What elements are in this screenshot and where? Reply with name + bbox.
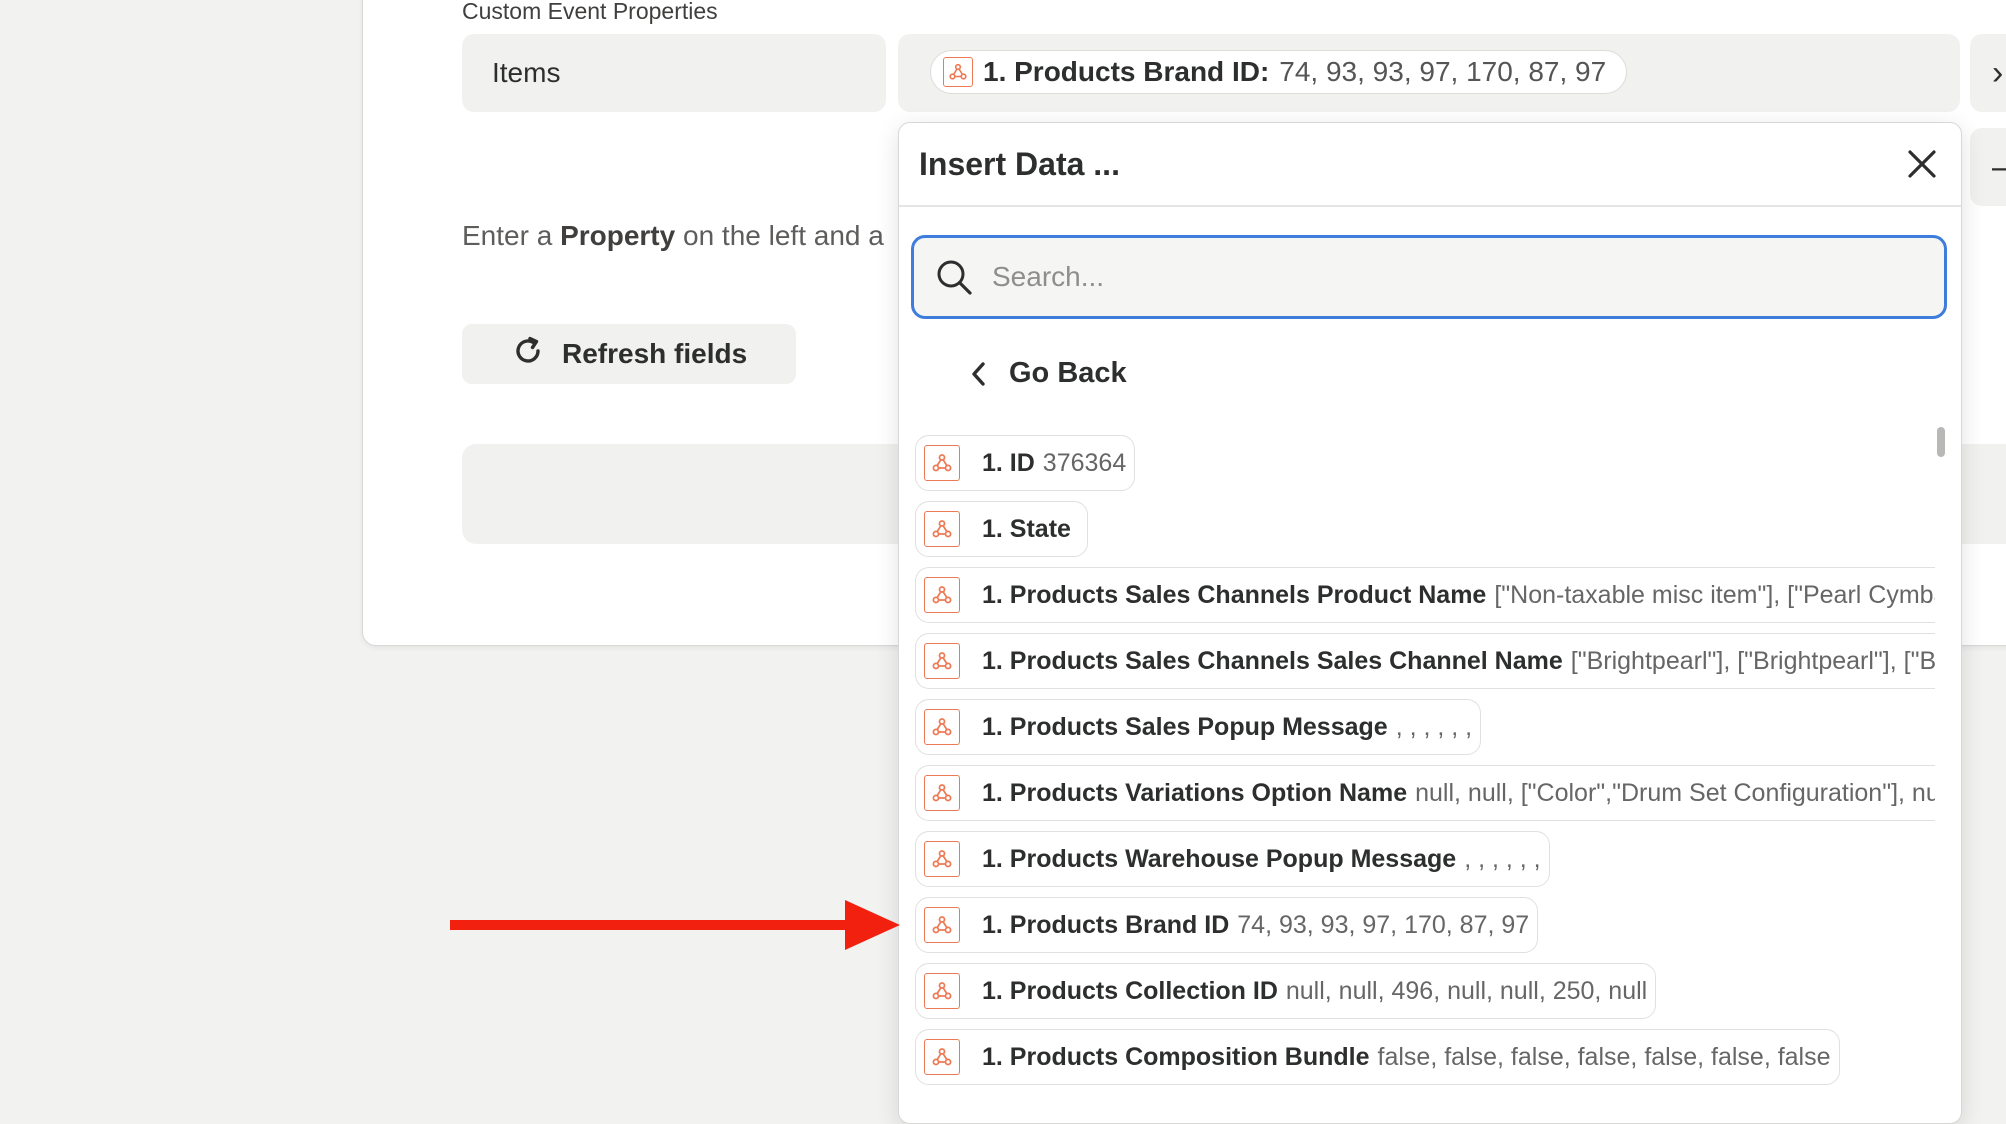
list-item-value: false, false, false, false, false, false… (1377, 1042, 1831, 1071)
mapped-value-label: 1. Products Brand ID: (983, 56, 1270, 87)
list-item-label: 1. Products Sales Popup Message (982, 712, 1388, 741)
expand-button[interactable]: › (1970, 34, 2006, 112)
list-item[interactable]: 1. State (915, 501, 1088, 557)
list-item-label: 1. Products Sales Channels Product Name (982, 580, 1487, 609)
list-item[interactable]: 1. Products Sales Channels Sales Channel… (915, 633, 1935, 689)
app-icon (924, 1039, 960, 1075)
list-item-label: 1. Products Variations Option Name (982, 778, 1408, 807)
list-item-value: , , , , , , (1395, 712, 1473, 741)
list-item-value: 376364 (1042, 448, 1127, 477)
list-item-label: 1. Products Brand ID (982, 910, 1230, 939)
list-item-value: null, null, ["Color","Drum Set Configura… (1415, 778, 1935, 807)
section-title: Custom Event Properties (462, 0, 718, 24)
app-icon (924, 445, 960, 481)
list-item-value: , , , , , , (1464, 844, 1541, 873)
go-back-button[interactable]: Go Back (969, 357, 1127, 390)
remove-button[interactable]: – (1970, 128, 2006, 206)
app-icon (943, 57, 973, 87)
list-item[interactable]: 1. Products Sales Channels Product Name … (915, 567, 1935, 623)
app-icon (924, 907, 960, 943)
list-item[interactable]: 1. Products Collection ID null, null, 49… (915, 963, 1657, 1019)
app-icon (924, 577, 960, 613)
items-property-field[interactable]: Items (462, 34, 886, 112)
go-back-label: Go Back (1009, 357, 1127, 389)
chevron-left-icon (972, 361, 985, 386)
search-icon (937, 260, 972, 295)
list-item-value: ["Brightpearl"], ["Brightpearl"], ["Brig (1570, 646, 1935, 675)
items-property-label: Items (492, 57, 561, 88)
list-item-label: 1. Products Warehouse Popup Message (982, 844, 1457, 873)
panel-title: Insert Data ... (919, 145, 1120, 182)
app-icon (924, 775, 960, 811)
refresh-fields-label: Refresh fields (562, 338, 748, 369)
list-item-label: 1. Products Composition Bundle (982, 1042, 1370, 1071)
list-item-brand-id[interactable]: 1. Products Brand ID 74, 93, 93, 97, 170… (915, 897, 1539, 953)
list-item[interactable]: 1. ID 376364 (915, 435, 1136, 491)
app-icon (924, 973, 960, 1009)
insert-data-panel: Insert Data ... Go Back 1. ID 376364 1. … (898, 122, 1962, 1124)
help-text: Enter a Property on the left and a (462, 220, 884, 251)
app-icon (924, 709, 960, 745)
scrollbar-thumb[interactable] (1937, 427, 1945, 457)
panel-header: Insert Data ... (899, 123, 1961, 207)
arrow-annotation (450, 900, 900, 950)
search-input[interactable] (990, 260, 1894, 294)
app-icon (924, 643, 960, 679)
app-icon (924, 511, 960, 547)
list-item[interactable]: 1. Products Warehouse Popup Message , , … (915, 831, 1550, 887)
list-item-value: 74, 93, 93, 97, 170, 87, 97 (1237, 910, 1530, 939)
list-item-value: null, null, 496, null, null, 250, null (1285, 976, 1648, 1005)
list-item-value: ["Non-taxable misc item"], ["Pearl Cymba… (1494, 580, 1935, 609)
list-item-label: 1. Products Sales Channels Sales Channel… (982, 646, 1563, 675)
list-item[interactable]: 1. Products Composition Bundle false, fa… (915, 1029, 1840, 1085)
refresh-fields-button[interactable]: Refresh fields (462, 324, 796, 384)
list-item-label: 1. ID (982, 448, 1035, 477)
close-icon[interactable] (1905, 147, 1939, 181)
mapped-value-data: 74, 93, 93, 97, 170, 87, 97 (1279, 56, 1607, 87)
list-item[interactable]: 1. Products Variations Option Name null,… (915, 765, 1935, 821)
refresh-icon (512, 335, 544, 374)
list-item-label: 1. Products Collection ID (982, 976, 1278, 1005)
mapped-value-pill[interactable]: 1. Products Brand ID: 74, 93, 93, 97, 17… (930, 50, 1628, 94)
search-box[interactable] (911, 235, 1947, 319)
list-item-label: 1. State (982, 514, 1071, 543)
app-icon (924, 841, 960, 877)
list-item[interactable]: 1. Products Sales Popup Message , , , , … (915, 699, 1482, 755)
